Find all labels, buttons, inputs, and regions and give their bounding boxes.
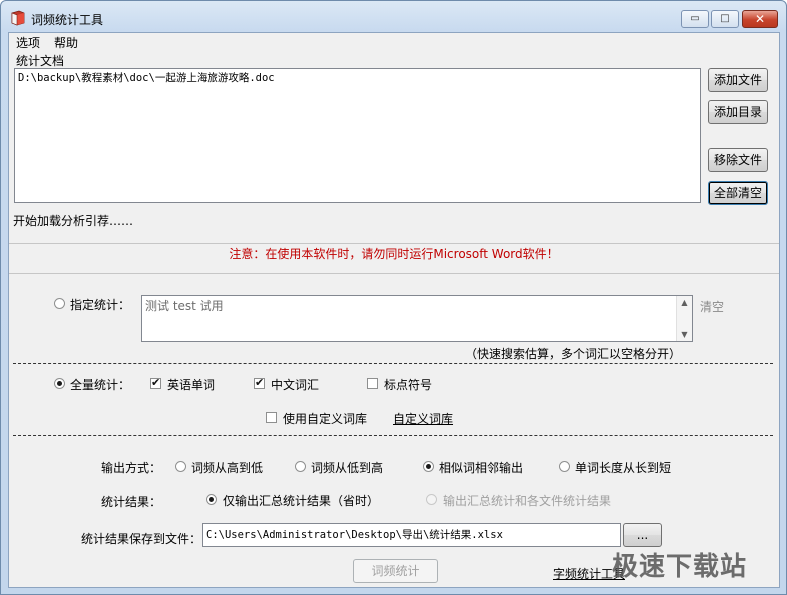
close-icon: ✕ <box>754 12 766 26</box>
specified-words-text: 测试 test 试用 <box>145 299 224 313</box>
menu-bar: 选项 帮助 <box>9 33 779 51</box>
minimize-icon: ▭ <box>690 13 700 24</box>
mode-low-high-radio[interactable] <box>295 461 306 472</box>
save-file-label: 统计结果保存到文件： <box>81 532 202 546</box>
mode-high-low-label: 词频从高到低 <box>191 461 264 475</box>
app-book-icon <box>11 10 25 26</box>
punctuation-checkbox[interactable] <box>367 378 378 389</box>
summary-only-label: 仅输出汇总统计结果（省时） <box>223 494 380 508</box>
specified-stats-label: 指定统计： <box>70 298 131 312</box>
punctuation-label: 标点符号 <box>384 378 433 392</box>
mode-length-radio[interactable] <box>559 461 570 472</box>
summary-only-radio[interactable] <box>206 494 217 505</box>
status-text: 开始加载分析引荐…… <box>13 214 134 228</box>
output-mode-label: 输出方式： <box>101 461 162 475</box>
summary-each-radio[interactable] <box>426 494 437 505</box>
maximize-button[interactable]: □ <box>711 10 739 28</box>
mode-low-high-label: 词频从低到高 <box>311 461 384 475</box>
word-warning: 注意：在使用本软件时，请勿同时运行Microsoft Word软件！ <box>229 247 559 261</box>
use-custom-dict-checkbox[interactable] <box>266 412 277 423</box>
mode-length-label: 单词长度从长到短 <box>575 461 672 475</box>
scroll-up-icon[interactable]: ▲ <box>677 296 692 309</box>
full-stats-radio[interactable] <box>54 378 65 389</box>
clear-specified-link[interactable]: 清空 <box>700 298 724 315</box>
mode-similar-label: 相似词相邻输出 <box>439 461 524 475</box>
section-divider <box>9 273 779 274</box>
use-custom-dict-label: 使用自定义词库 <box>283 412 368 426</box>
add-file-button[interactable]: 添加文件 <box>708 68 768 92</box>
english-words-checkbox[interactable] <box>150 376 161 389</box>
clear-all-button[interactable]: 全部清空 <box>708 181 768 205</box>
result-label: 统计结果： <box>101 495 162 509</box>
run-word-frequency-button[interactable]: 词频统计 <box>353 559 438 583</box>
maximize-icon: □ <box>720 13 730 24</box>
summary-each-label: 输出汇总统计和各文件统计结果 <box>443 494 612 508</box>
save-path-input[interactable]: C:\Users\Administrator\Desktop\导出\统计结果.x… <box>202 523 621 547</box>
title-bar: 词频统计工具 ▭ □ ✕ <box>1 1 786 33</box>
documents-group-label: 统计文档 <box>16 54 65 68</box>
add-directory-button[interactable]: 添加目录 <box>708 100 768 124</box>
full-stats-label: 全量统计： <box>70 378 131 392</box>
minimize-button[interactable]: ▭ <box>681 10 709 28</box>
browse-button[interactable]: ... <box>623 523 662 547</box>
specified-hint: （快速搜索估算，多个词汇以空格分开） <box>465 347 682 361</box>
window-title: 词频统计工具 <box>31 13 104 27</box>
menu-help[interactable]: 帮助 <box>52 34 80 51</box>
specified-words-input[interactable]: 测试 test 试用 ▲ ▼ <box>141 295 693 342</box>
app-window: 词频统计工具 ▭ □ ✕ 选项 帮助 统计文档 D:\backup\教程素材\d… <box>0 0 787 595</box>
file-list[interactable]: D:\backup\教程素材\doc\一起游上海旅游攻略.doc <box>14 68 701 203</box>
scroll-down-icon[interactable]: ▼ <box>677 328 692 341</box>
mode-high-low-radio[interactable] <box>175 461 186 472</box>
mode-similar-radio[interactable] <box>423 461 434 472</box>
client-area: 选项 帮助 统计文档 D:\backup\教程素材\doc\一起游上海旅游攻略.… <box>8 32 780 588</box>
menu-options[interactable]: 选项 <box>14 34 42 51</box>
specified-words-scrollbar[interactable]: ▲ ▼ <box>676 296 692 341</box>
close-button[interactable]: ✕ <box>742 10 778 28</box>
dashed-divider-1 <box>13 363 773 364</box>
site-watermark: 极速下载站 <box>612 552 748 582</box>
chinese-words-checkbox[interactable] <box>254 376 265 389</box>
english-words-label: 英语单词 <box>167 378 216 392</box>
chinese-words-label: 中文词汇 <box>271 378 320 392</box>
specified-stats-radio[interactable] <box>54 298 65 309</box>
remove-file-button[interactable]: 移除文件 <box>708 148 768 172</box>
file-list-item[interactable]: D:\backup\教程素材\doc\一起游上海旅游攻略.doc <box>18 70 697 85</box>
custom-dict-link[interactable]: 自定义词库 <box>393 410 453 427</box>
dashed-divider-2 <box>13 435 773 436</box>
